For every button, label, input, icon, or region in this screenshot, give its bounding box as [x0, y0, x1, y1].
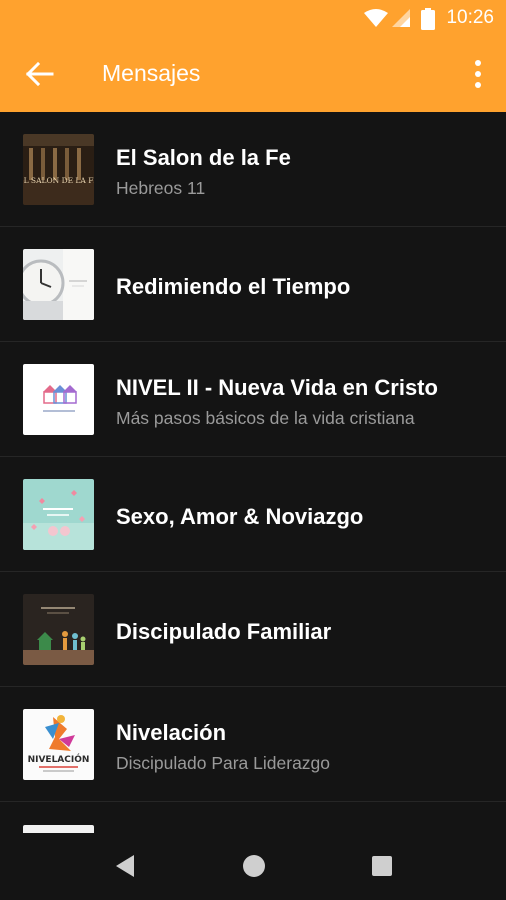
- thumbnail-sexo-amor: [23, 479, 94, 550]
- thumb-text-1: EL SALON DE LA FE: [23, 176, 94, 185]
- back-button[interactable]: [22, 58, 58, 90]
- nav-back-button[interactable]: [113, 853, 137, 884]
- status-bar: 10:26: [0, 0, 506, 36]
- nav-home-button[interactable]: [242, 853, 266, 884]
- thumbnail-redimiendo: [23, 249, 94, 320]
- item-subtitle: Hebreos 11: [116, 178, 206, 198]
- message-list: EL SALON DE LA FE El Salon de la Fe Hebr…: [0, 112, 506, 802]
- list-item[interactable]: Sexo, Amor & Noviazgo: [0, 457, 506, 572]
- item-title: Nivelación: [116, 720, 227, 745]
- thumbnail-nivelacion: NIVELACIÓN: [23, 709, 94, 780]
- app-bar: 10:26 Mensajes: [0, 0, 506, 112]
- list-item[interactable]: Redimiendo el Tiempo: [0, 227, 506, 342]
- list-item[interactable]: EL SALON DE LA FE El Salon de la Fe Hebr…: [0, 112, 506, 227]
- page-title: Mensajes: [102, 60, 201, 86]
- list-item[interactable]: NIVELACIÓN Nivelación Discipulado Para L…: [0, 687, 506, 802]
- item-title: Discipulado Familiar: [116, 619, 332, 644]
- overflow-menu-button[interactable]: [468, 57, 488, 93]
- item-subtitle: Discipulado Para Liderazgo: [116, 753, 331, 773]
- back-triangle-icon: [116, 855, 134, 877]
- thumbnail-discipulado-familiar: [23, 594, 94, 665]
- list-item[interactable]: NIVEL II - Nueva Vida en Cristo Más paso…: [0, 342, 506, 457]
- item-title: Sexo, Amor & Noviazgo: [116, 504, 364, 529]
- more-vert-icon: [475, 60, 481, 88]
- status-time: 10:26: [446, 7, 494, 28]
- thumbnail-nivel-ii: [23, 364, 94, 435]
- item-title: Redimiendo el Tiempo: [116, 274, 351, 299]
- signal-icon: [392, 9, 410, 27]
- battery-icon: [421, 8, 435, 30]
- arrow-left-icon: [25, 61, 54, 87]
- item-title: El Salon de la Fe: [116, 145, 291, 170]
- item-subtitle: Más pasos básicos de la vida cristiana: [116, 408, 415, 428]
- wifi-icon: [364, 9, 388, 27]
- home-circle-icon: [243, 855, 265, 877]
- next-item-thumbnail-partial: [23, 825, 94, 833]
- item-title: NIVEL II - Nueva Vida en Cristo: [116, 375, 438, 400]
- recents-square-icon: [372, 856, 392, 876]
- thumb-text-6: NIVELACIÓN: [28, 753, 90, 765]
- list-item[interactable]: Discipulado Familiar: [0, 572, 506, 687]
- nav-recents-button[interactable]: [370, 853, 394, 884]
- navigation-bar: [0, 833, 506, 900]
- thumbnail-el-salon: EL SALON DE LA FE: [23, 134, 94, 205]
